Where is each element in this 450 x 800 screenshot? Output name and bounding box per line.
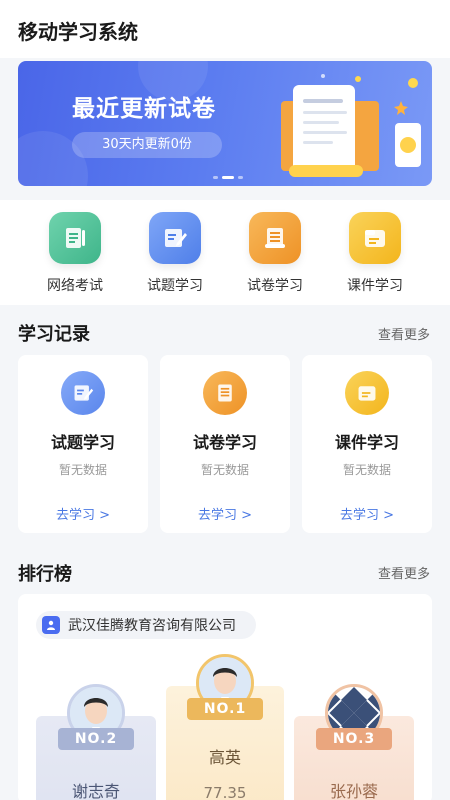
rank-name: 谢志奇 xyxy=(71,782,120,800)
record-card-title: 试卷学习 xyxy=(192,433,257,452)
quick-action-online-exam[interactable]: 网络考试 xyxy=(35,212,115,295)
banner-illustration-icon xyxy=(281,74,421,177)
rank-badge-2: NO.2 xyxy=(58,728,134,750)
record-card-empty-text: 暂无数据 xyxy=(200,463,249,477)
rank-podium-1[interactable]: NO.1 高英 77.35 xyxy=(166,654,284,800)
ranking-section-title: 排行榜 xyxy=(18,564,72,585)
paper-icon xyxy=(249,212,301,264)
banner-dot[interactable] xyxy=(238,176,243,179)
paper-icon xyxy=(203,371,247,415)
rank-score: 77.35 xyxy=(203,784,247,800)
courseware-icon xyxy=(349,212,401,264)
banner-update-count: 30天内更新0份 xyxy=(72,132,222,158)
rank-name: 高英 xyxy=(208,748,241,767)
banner-dot-active[interactable] xyxy=(222,176,234,179)
app-header: 移动学习系统 xyxy=(0,0,450,58)
quick-actions: 网络考试 试题学习 试卷学习 课件学习 xyxy=(0,200,450,305)
records-more-link[interactable]: 查看更多 xyxy=(378,324,430,343)
company-icon xyxy=(42,616,60,634)
rank-podium-3[interactable]: NO.3 张孙蓉 xyxy=(294,684,414,800)
quick-action-label: 课件学习 xyxy=(347,278,403,294)
record-card-title: 试题学习 xyxy=(50,433,115,452)
rank-badge-3: NO.3 xyxy=(316,728,392,750)
quick-action-question-study[interactable]: 试题学习 xyxy=(135,212,215,295)
records-section-title: 学习记录 xyxy=(18,324,90,345)
banner-dot[interactable] xyxy=(213,176,218,179)
go-study-link[interactable]: 去学习 > xyxy=(302,504,432,523)
go-study-link[interactable]: 去学习 > xyxy=(160,504,290,523)
record-card-courseware-study[interactable]: 课件学习 暂无数据 去学习 > xyxy=(302,355,432,533)
quick-action-paper-study[interactable]: 试卷学习 xyxy=(235,212,315,295)
record-card-title: 课件学习 xyxy=(334,433,399,452)
quick-action-label: 网络考试 xyxy=(47,278,103,294)
rank-badge-1: NO.1 xyxy=(187,698,263,720)
exam-icon xyxy=(49,212,101,264)
rank-podium-2[interactable]: NO.2 谢志奇 xyxy=(36,684,156,800)
banner-pagination[interactable] xyxy=(213,176,243,179)
record-card-empty-text: 暂无数据 xyxy=(342,463,391,477)
company-name: 武汉佳腾教育咨询有限公司 xyxy=(68,618,236,634)
ranking-card: 武汉佳腾教育咨询有限公司 NO.2 谢志奇 NO.1 高英 77.35 NO.3… xyxy=(18,594,432,800)
record-card-paper-study[interactable]: 试卷学习 暂无数据 去学习 > xyxy=(160,355,290,533)
rank-name: 张孙蓉 xyxy=(329,782,378,800)
company-selector[interactable]: 武汉佳腾教育咨询有限公司 xyxy=(36,611,256,639)
app-title: 移动学习系统 xyxy=(18,20,138,44)
record-card-empty-text: 暂无数据 xyxy=(58,463,107,477)
go-study-link[interactable]: 去学习 > xyxy=(18,504,148,523)
recent-papers-banner[interactable]: 最近更新试卷 30天内更新0份 xyxy=(18,61,432,186)
banner-title: 最近更新试卷 xyxy=(72,96,216,122)
ranking-more-link[interactable]: 查看更多 xyxy=(378,563,430,582)
courseware-icon xyxy=(345,371,389,415)
edit-icon xyxy=(149,212,201,264)
quick-action-label: 试题学习 xyxy=(147,278,203,294)
quick-action-label: 试卷学习 xyxy=(247,278,303,294)
record-card-question-study[interactable]: 试题学习 暂无数据 去学习 > xyxy=(18,355,148,533)
edit-icon xyxy=(61,371,105,415)
quick-action-courseware-study[interactable]: 课件学习 xyxy=(335,212,415,295)
